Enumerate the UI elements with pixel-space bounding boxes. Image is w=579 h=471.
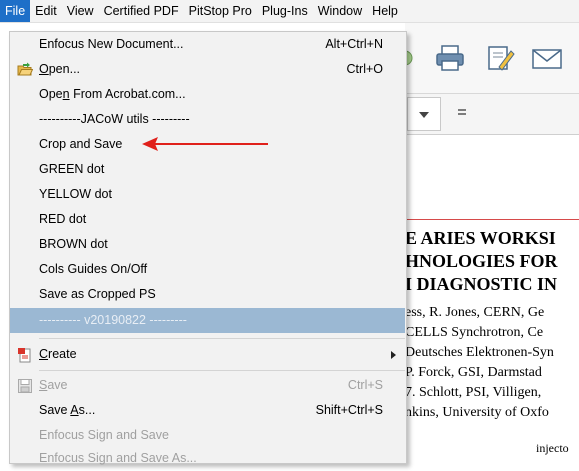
mail-icon[interactable] [529,43,563,73]
menu-separator [39,370,405,371]
menu-item-label: Enfocus Sign and Save As... [39,451,197,465]
menu-item-green-dot[interactable]: GREEN dot [10,157,405,182]
menu-item-open-from-acrobat[interactable]: Open From Acrobat.com... [10,82,405,107]
menu-view[interactable]: View [62,0,99,22]
print-icon[interactable] [433,43,467,73]
menu-item-label: Create [39,347,77,361]
menu-item-cols-guides[interactable]: Cols Guides On/Off [10,257,405,282]
menu-item-label: ----------JACoW utils --------- [39,112,190,126]
menu-plug-ins[interactable]: Plug-Ins [257,0,313,22]
menu-item-brown-dot[interactable]: BROWN dot [10,232,405,257]
paper-author-line-1: ess, R. Jones, CERN, Ge [405,305,545,320]
menu-help[interactable]: Help [367,0,403,22]
menu-separator [39,338,405,339]
document-page: E ARIES WORKSI HNOLOGIES FOR I DIAGNOSTI… [405,135,579,462]
menu-item-label: Open From Acrobat.com... [39,87,186,101]
paper-author-line-5: 7. Schlott, PSI, Villigen, [405,385,542,400]
paper-author-line-2: CELLS Synchrotron, Ce [405,325,544,340]
menu-item-yellow-dot[interactable]: YELLOW dot [10,182,405,207]
menu-item-label: Save as Cropped PS [39,287,156,301]
paper-title-line-1: E ARIES WORKSI [405,228,556,248]
menu-item-save-as-cropped-ps[interactable]: Save as Cropped PS [10,282,405,307]
paper-body-fragment: injecto [536,441,569,455]
chevron-down-icon [419,112,429,118]
menu-edit[interactable]: Edit [30,0,62,22]
save-disk-icon [18,379,32,393]
menu-item-label: BROWN dot [39,237,108,251]
menu-item-shortcut: Alt+Ctrl+N [325,37,383,51]
open-folder-icon [17,62,33,76]
menu-item-version[interactable]: ---------- v20190822 --------- [10,308,405,333]
paper-author-line-3: Deutsches Elektronen-Syn [405,345,554,360]
menu-item-create[interactable]: Create [10,342,405,367]
menu-item-label: Save [39,378,68,392]
menu-item-label: RED dot [39,212,87,226]
menu-item-label: Cols Guides On/Off [39,262,148,276]
menu-file[interactable]: File [0,0,31,22]
create-pdf-icon [18,348,31,363]
menu-item-label: Crop and Save [39,137,123,151]
menu-item-red-dot[interactable]: RED dot [10,207,405,232]
paper-author-line-6: nkins, University of Oxfo [405,405,549,420]
main-toolbar [397,23,579,94]
menu-item-label: Open... [39,62,81,76]
menu-item-shortcut: Ctrl+O [346,62,383,76]
paper-title-line-3: I DIAGNOSTIC IN [405,274,558,294]
menu-item-open[interactable]: Open... Ctrl+O [10,57,405,82]
menu-item-label: ---------- v20190822 --------- [39,313,187,327]
menu-pitstop-pro[interactable]: PitStop Pro [184,0,257,22]
secondary-toolbar [405,94,579,135]
menu-item-label: YELLOW dot [39,187,112,201]
menu-item-label: Enfocus New Document... [39,37,184,51]
paper-title-line-2: HNOLOGIES FOR [405,251,558,271]
zoom-dropdown-button[interactable] [407,97,441,131]
edit-icon[interactable] [483,43,517,73]
menu-item-jacow-header[interactable]: ----------JACoW utils --------- [10,107,405,132]
menu-item-save-as[interactable]: Save As... Shift+Ctrl+S [10,398,405,423]
paper-author-line-4: P. Forck, GSI, Darmstad [405,365,542,380]
menu-item-enfocus-sign-save-as[interactable]: Enfocus Sign and Save As... [10,446,405,471]
submenu-arrow-icon [391,351,396,359]
menu-bar: File Edit View Certified PDF PitStop Pro… [0,0,579,23]
file-menu: Enfocus New Document... Alt+Ctrl+N Open.… [9,31,407,465]
menu-item-label: GREEN dot [39,162,105,176]
menu-item-enfocus-sign-save[interactable]: Enfocus Sign and Save [10,423,405,448]
menu-item-enfocus-new-document[interactable]: Enfocus New Document... Alt+Ctrl+N [10,32,405,57]
menu-window[interactable]: Window [313,0,367,22]
menu-item-label: Save As... [39,403,96,417]
menu-item-label: Enfocus Sign and Save [39,428,169,442]
red-annotation-arrow-icon [142,137,268,151]
menu-item-shortcut: Ctrl+S [347,378,383,392]
menu-item-shortcut: Shift+Ctrl+S [315,403,383,417]
menu-item-save[interactable]: Save Ctrl+S [10,373,405,398]
toolbar-more-icon[interactable] [457,106,467,118]
menu-certified-pdf[interactable]: Certified PDF [99,0,184,22]
header-rule [405,219,579,220]
